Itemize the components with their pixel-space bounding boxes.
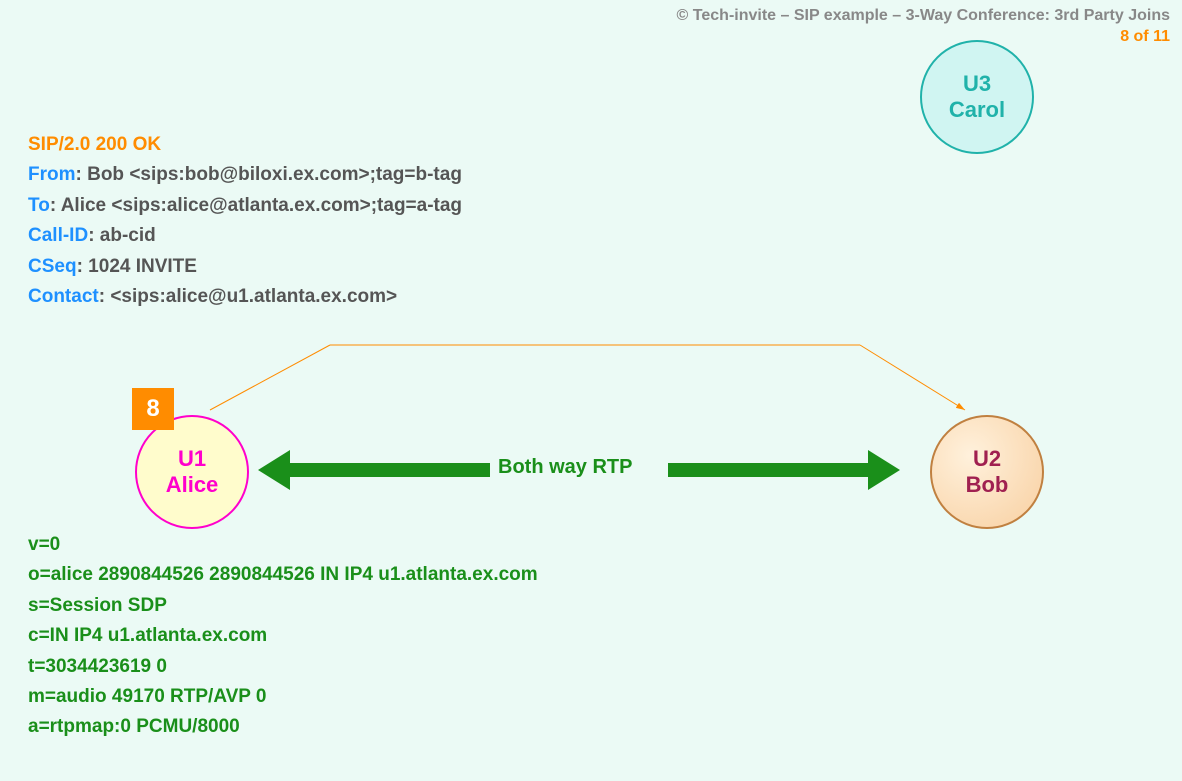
sip-header-name: To xyxy=(28,195,50,216)
sdp-body-block: v=0 o=alice 2890844526 2890844526 IN IP4… xyxy=(28,530,538,743)
sdp-line: t=3034423619 0 xyxy=(28,652,538,682)
node-id: U3 xyxy=(963,71,991,97)
copyright-text: © Tech-invite – SIP example – 3-Way Conf… xyxy=(677,6,1170,27)
sip-header-to: To: Alice <sips:alice@atlanta.ex.com>;ta… xyxy=(28,191,462,221)
sip-header-value: : 1024 INVITE xyxy=(77,256,197,277)
node-id: U1 xyxy=(178,446,206,472)
sdp-line: s=Session SDP xyxy=(28,591,538,621)
sip-header-value: : Alice <sips:alice@atlanta.ex.com>;tag=… xyxy=(50,195,462,216)
page-counter: 8 of 11 xyxy=(677,27,1170,48)
sdp-line: m=audio 49170 RTP/AVP 0 xyxy=(28,682,538,712)
sdp-line: a=rtpmap:0 PCMU/8000 xyxy=(28,712,538,742)
sip-header-callid: Call-ID: ab-cid xyxy=(28,221,462,251)
rtp-label: Both way RTP xyxy=(498,456,632,479)
sip-header-name: CSeq xyxy=(28,256,77,277)
sip-header-contact: Contact: <sips:alice@u1.atlanta.ex.com> xyxy=(28,282,462,312)
node-label: Bob xyxy=(966,472,1009,498)
header-attribution: © Tech-invite – SIP example – 3-Way Conf… xyxy=(677,6,1170,48)
sip-header-name: Contact xyxy=(28,286,99,307)
sip-header-value: : Bob <sips:bob@biloxi.ex.com>;tag=b-tag xyxy=(76,164,462,185)
sdp-line: o=alice 2890844526 2890844526 IN IP4 u1.… xyxy=(28,560,538,590)
sip-header-name: Call-ID xyxy=(28,225,88,246)
node-carol: U3 Carol xyxy=(920,40,1034,154)
sdp-line: c=IN IP4 u1.atlanta.ex.com xyxy=(28,621,538,651)
sip-status-line: SIP/2.0 200 OK xyxy=(28,130,462,160)
node-bob: U2 Bob xyxy=(930,415,1044,529)
node-label: Alice xyxy=(166,472,219,498)
node-label: Carol xyxy=(949,97,1005,123)
sip-message-block: SIP/2.0 200 OK From: Bob <sips:bob@bilox… xyxy=(28,130,462,312)
sip-header-cseq: CSeq: 1024 INVITE xyxy=(28,252,462,282)
sip-header-value: : ab-cid xyxy=(88,225,156,246)
node-id: U2 xyxy=(973,446,1001,472)
step-badge: 8 xyxy=(132,388,174,430)
node-alice: U1 Alice xyxy=(135,415,249,529)
sdp-line: v=0 xyxy=(28,530,538,560)
sip-header-from: From: Bob <sips:bob@biloxi.ex.com>;tag=b… xyxy=(28,160,462,190)
sip-header-name: From xyxy=(28,164,76,185)
sip-header-value: : <sips:alice@u1.atlanta.ex.com> xyxy=(99,286,397,307)
